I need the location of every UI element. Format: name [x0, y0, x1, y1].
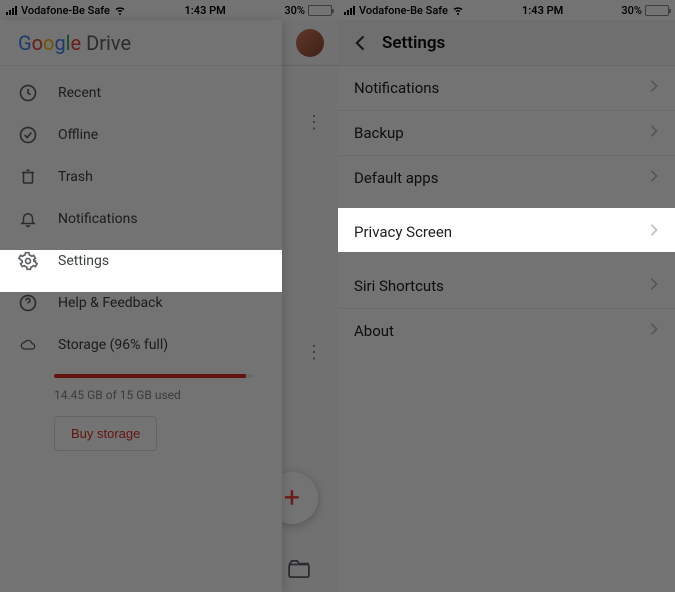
row-privacy-screen[interactable]: Privacy Screen [338, 210, 675, 254]
row-label: Privacy Screen [354, 223, 452, 241]
screenshot-right: Vodafone-Be Safe 1:43 PM 30% Settings No… [338, 0, 675, 592]
gear-icon [18, 251, 38, 271]
screenshot-left: Vodafone-Be Safe 1:43 PM 30% Google Driv… [0, 0, 338, 592]
chevron-right-icon [649, 223, 659, 241]
sidebar-item-label: Settings [58, 253, 109, 269]
